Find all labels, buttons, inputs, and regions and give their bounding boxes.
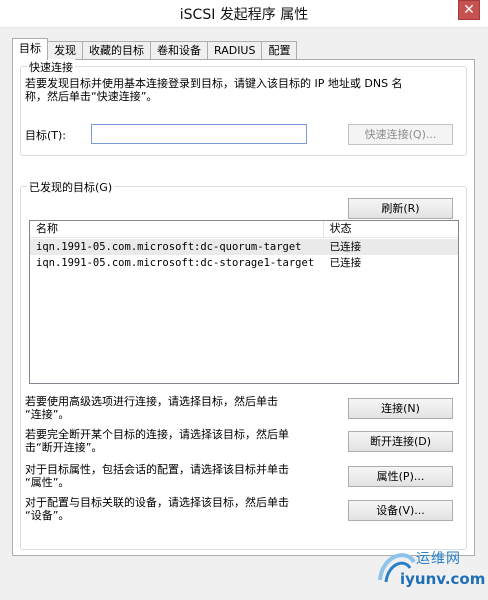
properties-button[interactable]: 属性(P)...: [348, 466, 453, 487]
refresh-button[interactable]: 刷新(R): [348, 198, 453, 219]
targets-panel: 快速连接 若要发现目标并使用基本连接登录到目标，请键入该目标的 IP 地址或 D…: [12, 59, 475, 556]
properties-description-2: “属性”。: [25, 476, 70, 489]
target-label: 目标(T):: [25, 129, 67, 142]
disconnect-description-1: 若要完全断开某个目标的连接，请选择该目标，然后单: [25, 428, 289, 441]
targets-list[interactable]: 名称 状态 iqn.1991-05.com.microsoft:dc-quoru…: [29, 220, 459, 384]
tab-targets[interactable]: 目标: [12, 38, 48, 60]
column-header-status[interactable]: 状态: [324, 221, 458, 238]
target-name-cell: iqn.1991-05.com.microsoft:dc-storage1-ta…: [36, 257, 315, 269]
tab-configuration[interactable]: 配置: [261, 41, 298, 60]
tab-favorite-targets[interactable]: 收藏的目标: [82, 41, 151, 60]
close-button[interactable]: ✕: [458, 0, 480, 20]
quick-connect-description-2: 称，然后单击“快速连接”。: [25, 90, 158, 103]
quick-connect-description-1: 若要发现目标并使用基本连接登录到目标，请键入该目标的 IP 地址或 DNS 名: [25, 77, 403, 90]
quick-connect-button[interactable]: 快速连接(Q)...: [348, 124, 453, 145]
devices-description-1: 对于配置与目标关联的设备，请选择该目标，然后单击: [25, 496, 289, 509]
table-row[interactable]: iqn.1991-05.com.microsoft:dc-quorum-targ…: [30, 239, 458, 255]
connect-button[interactable]: 连接(N): [348, 398, 453, 419]
disconnect-button[interactable]: 断开连接(D): [348, 431, 453, 452]
target-input[interactable]: [91, 124, 307, 144]
quick-connect-group: 快速连接 若要发现目标并使用基本连接登录到目标，请键入该目标的 IP 地址或 D…: [20, 59, 467, 156]
connect-description-2: “连接”。: [25, 408, 70, 421]
targets-list-header: 名称 状态: [30, 221, 458, 238]
target-status-cell: 已连接: [329, 257, 362, 269]
discovered-targets-title: 已发现的目标(G): [27, 179, 115, 195]
discovered-targets-group: 已发现的目标(G) 刷新(R) 名称 状态 iqn.1991-05.com.mi…: [20, 179, 467, 550]
watermark-text-url: iyunv.com: [400, 570, 486, 588]
watermark-text-cn: 运维网: [416, 551, 461, 567]
devices-description-2: “设备”。: [25, 509, 70, 522]
tab-discovery[interactable]: 发现: [47, 41, 83, 60]
column-header-name[interactable]: 名称: [30, 221, 324, 238]
window-title: iSCSI 发起程序 属性: [179, 7, 309, 23]
window-body: 目标 发现 收藏的目标 卷和设备 RADIUS 配置 快速连接 若要发现目标并使…: [0, 28, 488, 600]
connect-description-1: 若要使用高级选项进行连接，请选择目标，然后单击: [25, 395, 278, 408]
site-watermark: 运维网 iyunv.com: [372, 542, 486, 594]
devices-button[interactable]: 设备(V)...: [348, 500, 453, 521]
target-status-cell: 已连接: [329, 241, 362, 253]
tab-radius[interactable]: RADIUS: [207, 41, 263, 60]
title-bar: iSCSI 发起程序 属性 ✕: [0, 0, 488, 28]
disconnect-description-2: 击“断开连接”。: [25, 441, 103, 454]
properties-description-1: 对于目标属性，包括会话的配置，请选择该目标并单击: [25, 463, 289, 476]
tab-volumes-devices[interactable]: 卷和设备: [150, 41, 208, 60]
table-row[interactable]: iqn.1991-05.com.microsoft:dc-storage1-ta…: [30, 255, 458, 271]
target-name-cell: iqn.1991-05.com.microsoft:dc-quorum-targ…: [36, 241, 302, 253]
tab-strip: 目标 发现 收藏的目标 卷和设备 RADIUS 配置: [12, 38, 298, 60]
quick-connect-title: 快速连接: [27, 59, 75, 75]
